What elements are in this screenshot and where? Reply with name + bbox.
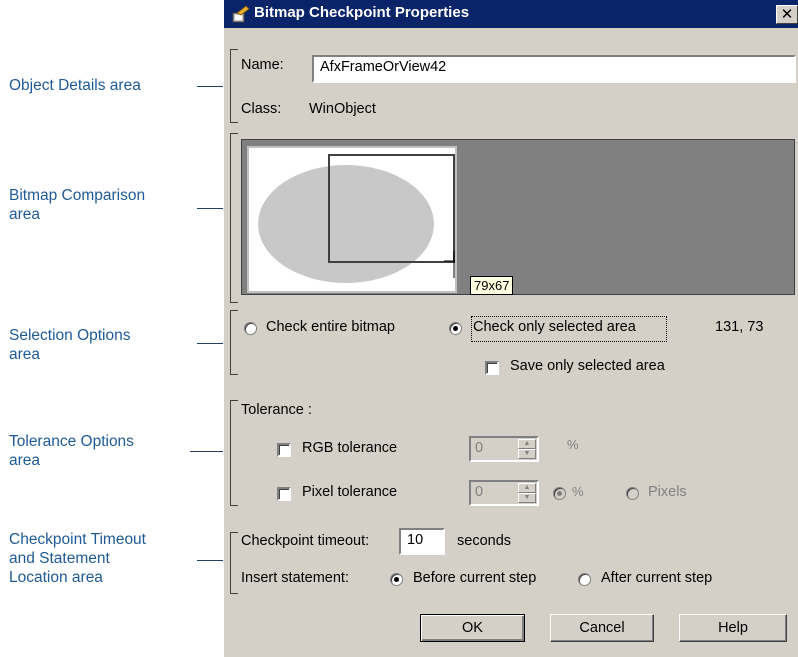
bitmap-preview-area[interactable] xyxy=(241,139,795,295)
pixel-tolerance-stepper[interactable]: 0 ▲ ▼ xyxy=(469,480,539,506)
annotation-object-details: Object Details area xyxy=(9,77,141,94)
bitmap-content xyxy=(258,154,468,283)
close-icon: ✕ xyxy=(780,5,794,23)
selection-coordinates: 131, 73 xyxy=(715,319,764,335)
help-button[interactable]: Help xyxy=(679,614,787,642)
tolerance-percent-radio[interactable] xyxy=(553,487,566,500)
timeout-bracket xyxy=(230,532,238,594)
bitmap-comparison-bracket xyxy=(230,133,238,303)
title-bar[interactable]: Bitmap Checkpoint Properties ✕ xyxy=(224,0,798,28)
check-entire-bitmap-label[interactable]: Check entire bitmap xyxy=(266,319,395,335)
close-button[interactable]: ✕ xyxy=(776,5,798,24)
check-selected-area-label[interactable]: Check only selected area xyxy=(473,319,636,335)
checkpoint-icon xyxy=(232,5,250,23)
rgb-tolerance-checkbox[interactable] xyxy=(277,443,291,457)
check-entire-bitmap-radio[interactable] xyxy=(244,322,257,335)
cancel-button[interactable]: Cancel xyxy=(550,614,654,642)
annotation-selection-options: Selection Options area xyxy=(9,327,131,363)
insert-statement-label: Insert statement: xyxy=(241,570,349,586)
bitmap-image[interactable] xyxy=(247,146,468,293)
pixel-tolerance-value: 0 xyxy=(475,484,484,500)
rgb-tolerance-value: 0 xyxy=(475,440,484,456)
rgb-tolerance-label[interactable]: RGB tolerance xyxy=(302,440,397,456)
before-current-step-radio[interactable] xyxy=(390,573,403,586)
name-value: AfxFrameOrView42 xyxy=(320,59,447,75)
after-current-step-radio[interactable] xyxy=(578,573,591,586)
object-details-bracket xyxy=(230,49,238,123)
timeout-field[interactable]: 10 xyxy=(399,528,445,555)
radio-dot xyxy=(453,326,458,331)
tolerance-pixels-radio[interactable] xyxy=(626,487,639,500)
timeout-unit: seconds xyxy=(457,533,512,549)
radio-dot xyxy=(557,491,562,496)
pixel-tolerance-checkbox[interactable] xyxy=(277,487,291,501)
tolerance-percent-label: % xyxy=(572,484,584,499)
class-value: WinObject xyxy=(309,101,376,117)
name-field[interactable]: AfxFrameOrView42 xyxy=(312,55,796,83)
annotation-tolerance-options: Tolerance Options area xyxy=(9,433,134,469)
tolerance-pixels-label: Pixels xyxy=(648,484,687,500)
annotation-checkpoint-timeout: Checkpoint Timeout and Statement Locatio… xyxy=(9,531,146,586)
timeout-label: Checkpoint timeout: xyxy=(241,533,370,549)
spin-up-icon[interactable]: ▲ xyxy=(518,439,536,449)
spin-up-icon[interactable]: ▲ xyxy=(518,483,536,493)
save-selected-area-label[interactable]: Save only selected area xyxy=(510,358,665,374)
save-selected-area-checkbox[interactable] xyxy=(485,361,499,375)
ok-button[interactable]: OK xyxy=(420,614,525,642)
annotation-bitmap-comparison: Bitmap Comparison area xyxy=(9,187,146,223)
class-label: Class: xyxy=(241,101,282,117)
selection-options-bracket xyxy=(230,310,238,375)
name-label: Name: xyxy=(241,57,284,73)
tolerance-options-bracket xyxy=(230,400,238,506)
bitmap-checkpoint-dialog: Bitmap Checkpoint Properties ✕ Name: Afx… xyxy=(223,0,798,657)
after-current-step-label[interactable]: After current step xyxy=(601,570,712,586)
dialog-title: Bitmap Checkpoint Properties xyxy=(254,4,470,21)
spin-down-icon[interactable]: ▼ xyxy=(518,493,536,503)
spin-down-icon[interactable]: ▼ xyxy=(518,449,536,459)
rgb-tolerance-stepper[interactable]: 0 ▲ ▼ xyxy=(469,436,539,462)
check-selected-area-radio[interactable] xyxy=(449,322,462,335)
timeout-value: 10 xyxy=(407,532,424,548)
before-current-step-label[interactable]: Before current step xyxy=(413,570,536,586)
tolerance-heading: Tolerance : xyxy=(241,402,312,418)
pixel-tolerance-label[interactable]: Pixel tolerance xyxy=(302,484,397,500)
selection-size-tooltip: 79x67 xyxy=(470,276,514,295)
rgb-tolerance-unit: % xyxy=(567,437,579,452)
radio-dot xyxy=(394,577,399,582)
